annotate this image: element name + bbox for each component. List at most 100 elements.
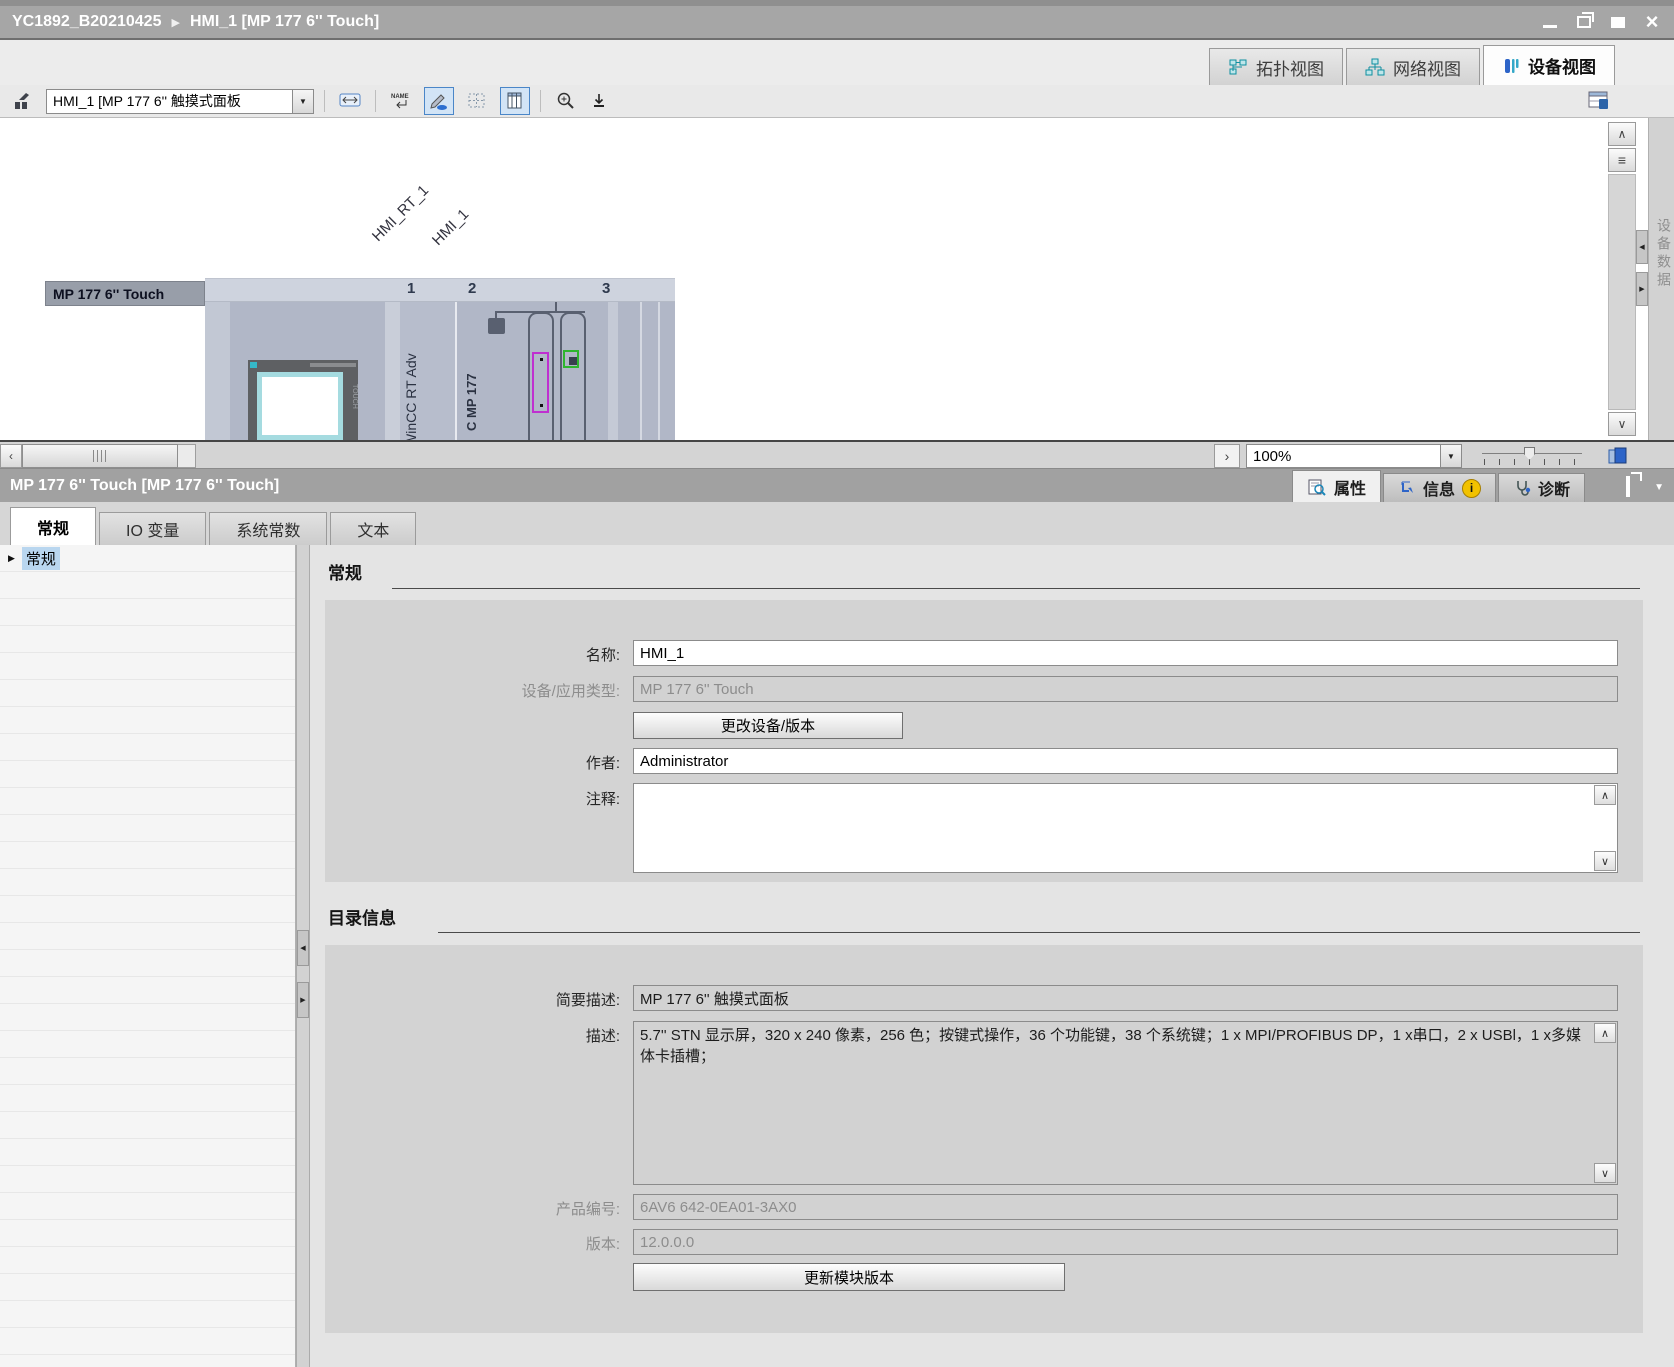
edit-mode-button[interactable]: [424, 87, 454, 115]
comment-textarea[interactable]: ∧ ∨: [633, 783, 1618, 873]
device-selector-dropdown[interactable]: HMI_1 [MP 177 6'' 触摸式面板 ▼: [46, 89, 314, 114]
restore-button[interactable]: [1574, 13, 1594, 31]
device-type-input: [633, 676, 1618, 702]
show-labels-button[interactable]: NAME: [386, 87, 416, 115]
hw-station-button[interactable]: [8, 87, 38, 115]
scroll-up-button[interactable]: ∧: [1608, 122, 1636, 146]
description-label: 描述:: [330, 1025, 620, 1046]
toolbar-separator: [324, 90, 325, 112]
window-controls: ×: [1540, 6, 1662, 38]
minimize-button[interactable]: [1540, 13, 1560, 31]
name-input[interactable]: [633, 640, 1618, 666]
columns-icon: [504, 91, 526, 111]
maximize-button[interactable]: [1608, 13, 1628, 31]
device-name-label[interactable]: MP 177 6'' Touch: [45, 281, 205, 306]
version-input: [633, 1229, 1618, 1255]
device-view-toolbar: HMI_1 [MP 177 6'' 触摸式面板 ▼ NAME: [0, 85, 1674, 118]
device-selector-arrow-button[interactable]: ▼: [292, 90, 313, 113]
port-highlight-magenta[interactable]: [532, 352, 549, 413]
port-highlight-green[interactable]: [563, 350, 579, 368]
tree-expand-icon[interactable]: ▶: [8, 553, 15, 564]
svg-text:NAME: NAME: [391, 94, 409, 100]
breadcrumb-project[interactable]: YC1892_B20210425: [12, 13, 161, 31]
panel-collapse-right-handle[interactable]: ▶: [1636, 272, 1648, 306]
nav-item-general[interactable]: ▶ 常规: [0, 545, 295, 572]
device-canvas[interactable]: HMI_RT_1 HMI_1 1 2 3 TOUCH: [0, 118, 1674, 440]
mpi-connector[interactable]: [488, 318, 505, 334]
pencil-icon: [428, 91, 450, 111]
close-button[interactable]: ×: [1642, 13, 1662, 31]
panel-screen: [257, 372, 343, 440]
module-label-hmi[interactable]: HMI_1: [429, 206, 472, 249]
subtab-texts[interactable]: 文本: [330, 512, 416, 545]
breadcrumb-device[interactable]: HMI_1 [MP 177 6'' Touch]: [190, 13, 379, 31]
connector-stub: [555, 302, 557, 312]
float-panel-button[interactable]: [1626, 478, 1630, 496]
subtab-general[interactable]: 常规: [10, 507, 96, 545]
zoom-dropdown-arrow-button[interactable]: ▼: [1440, 445, 1461, 467]
save-zoom-button[interactable]: [589, 87, 609, 115]
scroll-left-button[interactable]: ‹: [0, 444, 22, 468]
tab-device-view[interactable]: 设备视图: [1483, 45, 1615, 85]
grid-icon: [466, 91, 488, 111]
arrow-left-icon: ◀: [300, 944, 305, 952]
hmi-panel-image[interactable]: TOUCH: [248, 360, 358, 440]
chevron-down-icon: ▼: [299, 97, 307, 106]
scroll-up-button[interactable]: ∧: [1594, 785, 1616, 805]
description-textarea[interactable]: 5.7'' STN 显示屏，320 x 240 像素，256 色；按键式操作，3…: [633, 1021, 1618, 1185]
zoom-button[interactable]: [551, 87, 581, 115]
short-description-label: 简要描述:: [330, 989, 620, 1010]
tab-diagnostics[interactable]: 诊断: [1498, 473, 1585, 502]
inspector-splitter[interactable]: ◀ ▶: [296, 545, 310, 1367]
minimize-inspector-button[interactable]: ▼: [1654, 482, 1664, 493]
scroll-down-button[interactable]: ∨: [1594, 1163, 1616, 1183]
grip-icon: [93, 450, 107, 462]
port-chip: [569, 357, 577, 365]
section-rule: [392, 588, 1640, 589]
chevron-left-icon: ‹: [9, 449, 13, 463]
side-panel-tab-label[interactable]: 设备数据: [1654, 218, 1674, 290]
expand-zoom-button[interactable]: ›: [1214, 444, 1240, 468]
splitter-collapse-right[interactable]: ▶: [297, 982, 309, 1018]
zoom-level-dropdown[interactable]: 100% ▼: [1246, 444, 1462, 468]
chevron-up-icon: ∧: [1601, 1027, 1609, 1040]
tab-properties[interactable]: 属性: [1292, 470, 1381, 502]
scrollbar-track[interactable]: [1608, 174, 1636, 410]
horizontal-scrollbar-thumb[interactable]: [22, 444, 178, 468]
properties-icon: [1307, 478, 1327, 496]
update-module-version-button[interactable]: 更新模块版本: [633, 1263, 1065, 1291]
scroll-down-button[interactable]: ∨: [1594, 851, 1616, 871]
slot-divider: [608, 302, 618, 440]
interface-slot-2[interactable]: [560, 312, 586, 440]
splitter-collapse-left[interactable]: ◀: [297, 930, 309, 966]
inspector-window-controls: ▼: [1626, 478, 1664, 496]
hamburger-icon: ≡: [1618, 152, 1626, 168]
overview-button[interactable]: ≡: [1608, 148, 1636, 172]
panel-collapse-left-handle[interactable]: ◀: [1636, 230, 1648, 264]
grid-button[interactable]: [462, 87, 492, 115]
toggle-side-panel-button[interactable]: [1585, 88, 1613, 114]
scroll-down-button[interactable]: ∨: [1608, 412, 1636, 436]
tab-info[interactable]: 信息 i: [1383, 473, 1496, 502]
info-badge-icon: i: [1462, 479, 1481, 498]
inspector-title: MP 177 6'' Touch [MP 177 6'' Touch]: [0, 477, 279, 495]
canvas-vertical-scrollbar[interactable]: ∧ ≡ ∨: [1608, 122, 1636, 436]
zoom-slider[interactable]: [1482, 444, 1582, 468]
subtab-io-tags[interactable]: IO 变量: [99, 512, 206, 545]
device-body[interactable]: TOUCH WinCC RT Adv C MP 177: [205, 302, 675, 440]
change-device-button[interactable]: 更改设备/版本: [633, 712, 903, 739]
show-columns-button[interactable]: [500, 87, 530, 115]
scroll-up-button[interactable]: ∧: [1594, 1023, 1616, 1043]
area-width-button[interactable]: [335, 87, 365, 115]
subtab-system-constants[interactable]: 系统常数: [209, 512, 327, 545]
minimize-icon: [1543, 25, 1557, 28]
side-panel-collapsed[interactable]: 设备数据: [1648, 118, 1674, 440]
fit-to-view-button[interactable]: [1604, 443, 1632, 469]
author-input[interactable]: [633, 748, 1618, 774]
topology-icon: [1228, 58, 1248, 76]
tia-portal-window: YC1892_B20210425 ▶ HMI_1 [MP 177 6'' Tou…: [0, 0, 1674, 1367]
tab-network-view[interactable]: 网络视图: [1346, 48, 1480, 85]
module-label-hmi-rt[interactable]: HMI_RT_1: [369, 182, 432, 245]
slot-number-2: 2: [468, 280, 476, 297]
tab-topology-view[interactable]: 拓扑视图: [1209, 48, 1343, 85]
